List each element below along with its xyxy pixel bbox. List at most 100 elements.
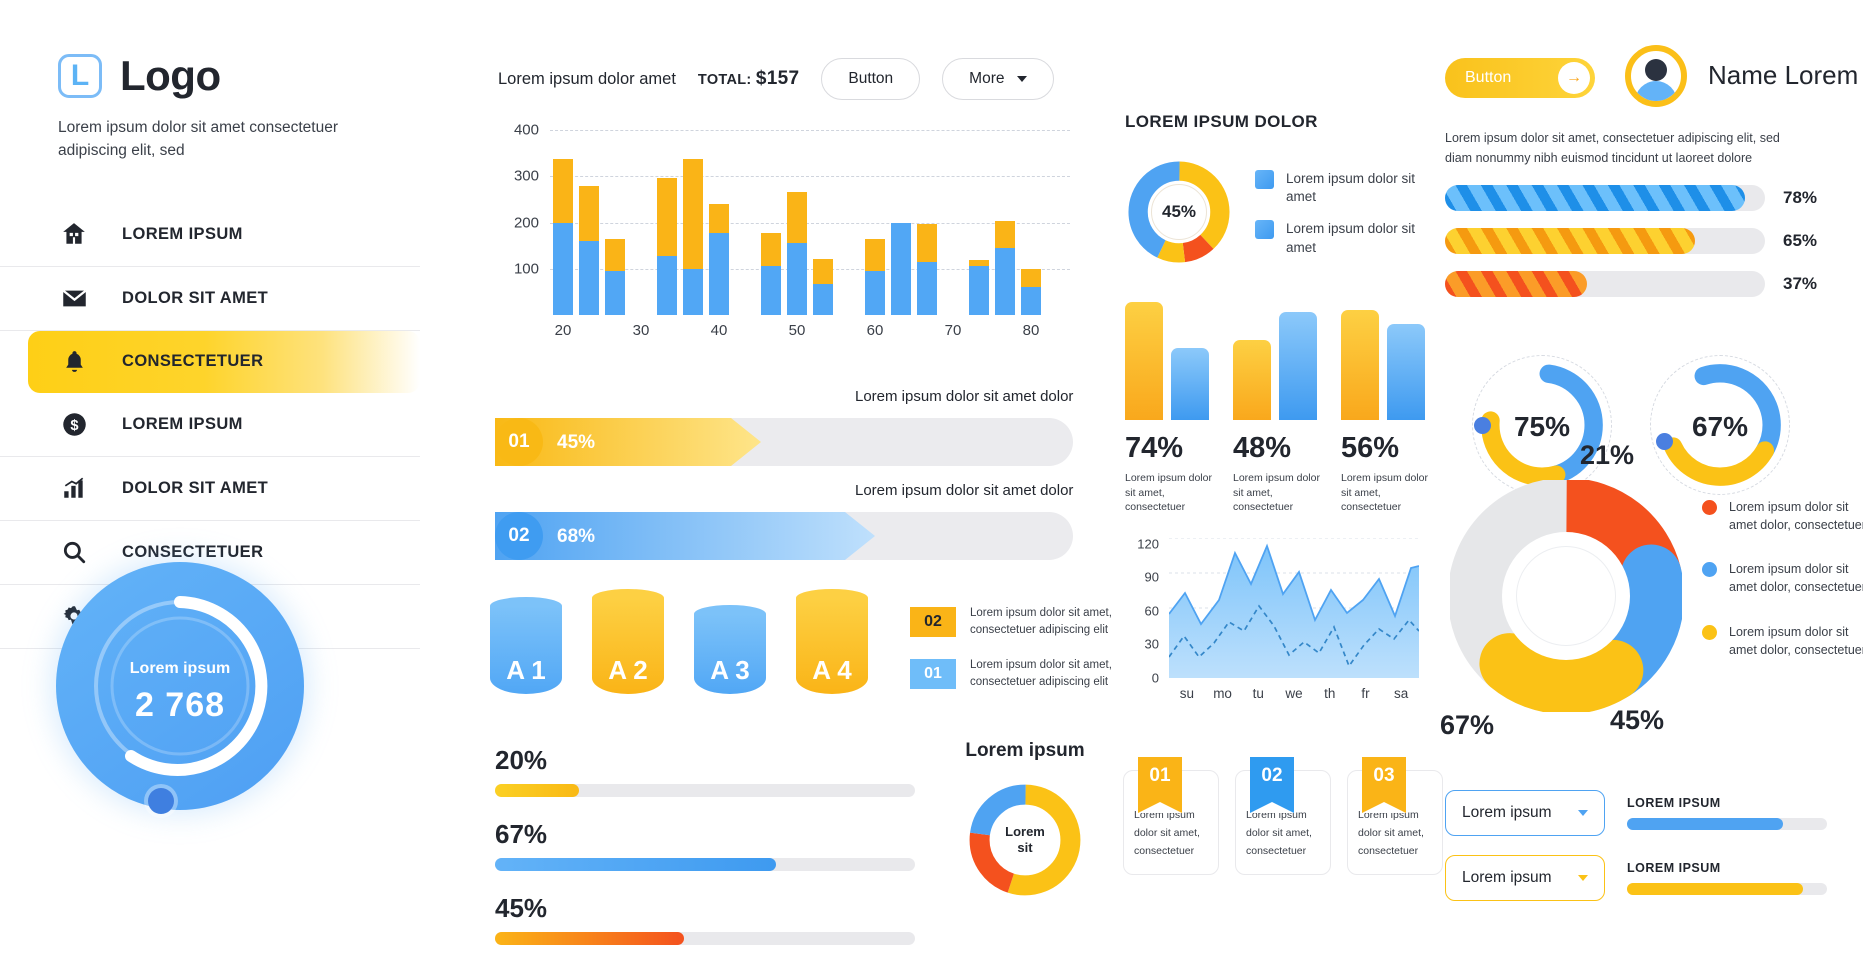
bar-segment-top — [813, 258, 833, 284]
select-dropdown-2[interactable]: Lorem ipsum — [1445, 855, 1605, 901]
select-dropdown-1[interactable]: Lorem ipsum — [1445, 790, 1605, 836]
bar[interactable] — [891, 223, 911, 315]
avatar-body — [1635, 81, 1677, 101]
toolbar-button[interactable]: Button — [821, 58, 921, 100]
gauge-text: Lorem ipsum 2 768 — [56, 660, 304, 725]
bar[interactable] — [865, 238, 885, 315]
svg-text:$: $ — [70, 418, 78, 434]
progress-track-1[interactable] — [495, 784, 915, 797]
card-01[interactable]: 01 Lorem ipsum dolor sit amet, consectet… — [1123, 757, 1219, 875]
legend-item: Lorem ipsum dolor sit amet dolor, consec… — [1702, 560, 1863, 596]
sidebar: L Logo Lorem ipsum dolor sit amet consec… — [0, 0, 420, 980]
bar-slot — [914, 223, 940, 315]
area-chart: 0 30 60 90 120 su mo tu we th fr sa — [1125, 536, 1425, 728]
column-stats-panel: LOREM IPSUM DOLOR 45% Lorem ipsum dolor … — [1115, 0, 1455, 980]
stripe-fill — [1445, 228, 1696, 254]
bar-slot — [862, 238, 888, 315]
striped-progress-1[interactable]: 78% — [1445, 185, 1830, 211]
bar[interactable] — [683, 158, 703, 315]
bar[interactable] — [1021, 268, 1041, 315]
striped-progress-2[interactable]: 65% — [1445, 228, 1830, 254]
bar-slot — [966, 259, 992, 315]
select-side-1: LOREM IPSUM — [1627, 796, 1827, 830]
card-02[interactable]: 02 Lorem ipsum dolor sit amet, consectet… — [1235, 757, 1331, 875]
progress-percent-2: 67% — [495, 819, 548, 849]
bar-slot — [550, 158, 576, 315]
bar[interactable] — [917, 223, 937, 315]
arrow-progress-2[interactable]: 02 68% — [495, 512, 1073, 560]
bar-chart-y-tick: 200 — [513, 214, 539, 231]
avatar[interactable] — [1625, 45, 1687, 107]
bar-slot — [992, 221, 1018, 315]
big-donut-label-67: 67% — [1440, 710, 1495, 740]
progress-track-2[interactable] — [495, 858, 915, 871]
toggle-button-label: Button — [1465, 69, 1512, 86]
arrow-percent-1: 45% — [557, 432, 596, 453]
sidebar-item-consectetuer-active[interactable]: CONSECTETUER — [28, 330, 420, 393]
user-description: Lorem ipsum dolor sit amet, consectetuer… — [1445, 131, 1780, 165]
bar-segment-bottom — [813, 283, 833, 315]
progress-track-3[interactable] — [495, 932, 915, 945]
gauge-handle[interactable] — [148, 788, 174, 814]
sidebar-item-dolor-sit-amet-1[interactable]: DOLOR SIT AMET — [0, 267, 420, 331]
legend-swatch — [1255, 170, 1274, 189]
logo-icon: L — [58, 54, 102, 98]
legend-item: Lorem ipsum dolor sit amet dolor, consec… — [1702, 498, 1863, 534]
legend-swatch — [1255, 220, 1274, 240]
card-ribbon: 01 — [1138, 757, 1182, 813]
tag-chip: 01 — [910, 658, 956, 689]
bar[interactable] — [995, 221, 1015, 315]
big-donut-inner-ring — [1516, 546, 1616, 646]
select-track[interactable] — [1627, 883, 1827, 895]
bar-slot — [810, 258, 836, 315]
big-donut-label-45: 45% — [1610, 705, 1665, 735]
sidebar-item-lorem-ipsum-2[interactable]: $ LOREM IPSUM — [0, 393, 420, 457]
toggle-button[interactable]: Button → — [1445, 58, 1595, 98]
toolbar-more-button[interactable]: More — [942, 58, 1054, 100]
logo[interactable]: L Logo — [58, 52, 420, 100]
cylinder-chart: A 1 A 2 A 3 A 4 02 Lorem ipsum dolor sit… — [490, 585, 1112, 710]
bar[interactable] — [969, 259, 989, 315]
sidebar-item-lorem-ipsum-1[interactable]: LOREM IPSUM — [0, 203, 420, 267]
user-name[interactable]: Name Lorem — [1708, 60, 1858, 91]
bar-segment-bottom — [969, 266, 989, 315]
chart-toolbar-label: Lorem ipsum dolor amet — [498, 69, 676, 88]
stripe-percent: 37% — [1783, 274, 1818, 293]
card-ribbon: 02 — [1250, 757, 1294, 813]
bar-segment-top — [761, 232, 781, 267]
select-track[interactable] — [1627, 818, 1827, 830]
bar-segment-top — [683, 158, 703, 269]
arrow-bar-caption-1: Lorem ipsum dolor sit amet dolor — [855, 388, 1074, 405]
bar[interactable] — [553, 158, 573, 315]
legend-dot — [1702, 624, 1717, 640]
small-donut-center: Lorem sit — [992, 807, 1058, 873]
bar[interactable] — [709, 204, 729, 315]
bar[interactable] — [761, 232, 781, 315]
bar[interactable] — [813, 258, 833, 315]
sidebar-item-dolor-sit-amet-2[interactable]: DOLOR SIT AMET — [0, 457, 420, 521]
bar[interactable] — [787, 192, 807, 315]
tag-chip: 02 — [910, 606, 956, 637]
stripe-fill — [1445, 271, 1588, 297]
bar[interactable] — [579, 186, 599, 315]
trio-bars — [1125, 290, 1217, 420]
cylinder-body: A 1 — [490, 606, 562, 694]
bar-slot — [784, 192, 810, 315]
sidebar-item-label: DOLOR SIT AMET — [122, 478, 269, 497]
bar-segment-top — [995, 221, 1015, 248]
big-donut-chart — [1447, 477, 1685, 715]
arrow-badge-01: 01 — [495, 418, 543, 466]
legend-label: Lorem ipsum dolor sit amet dolor, consec… — [1729, 562, 1863, 595]
bar[interactable] — [657, 178, 677, 315]
bar[interactable] — [605, 238, 625, 315]
ring-handle[interactable] — [1474, 417, 1491, 434]
ring-handle[interactable] — [1656, 433, 1673, 450]
trio-percent: 48% — [1233, 432, 1292, 464]
striped-progress-3[interactable]: 37% — [1445, 271, 1830, 297]
arrow-progress-1[interactable]: 01 45% — [495, 418, 1073, 466]
card-03[interactable]: 03 Lorem ipsum dolor sit amet, consectet… — [1347, 757, 1443, 875]
bar-chart-y-axis: 100 200 300 400 — [495, 122, 539, 315]
trio-bar-b — [1387, 324, 1425, 420]
sidebar-subtitle: Lorem ipsum dolor sit amet consectetuer … — [58, 119, 338, 160]
trio-bars — [1233, 290, 1325, 420]
